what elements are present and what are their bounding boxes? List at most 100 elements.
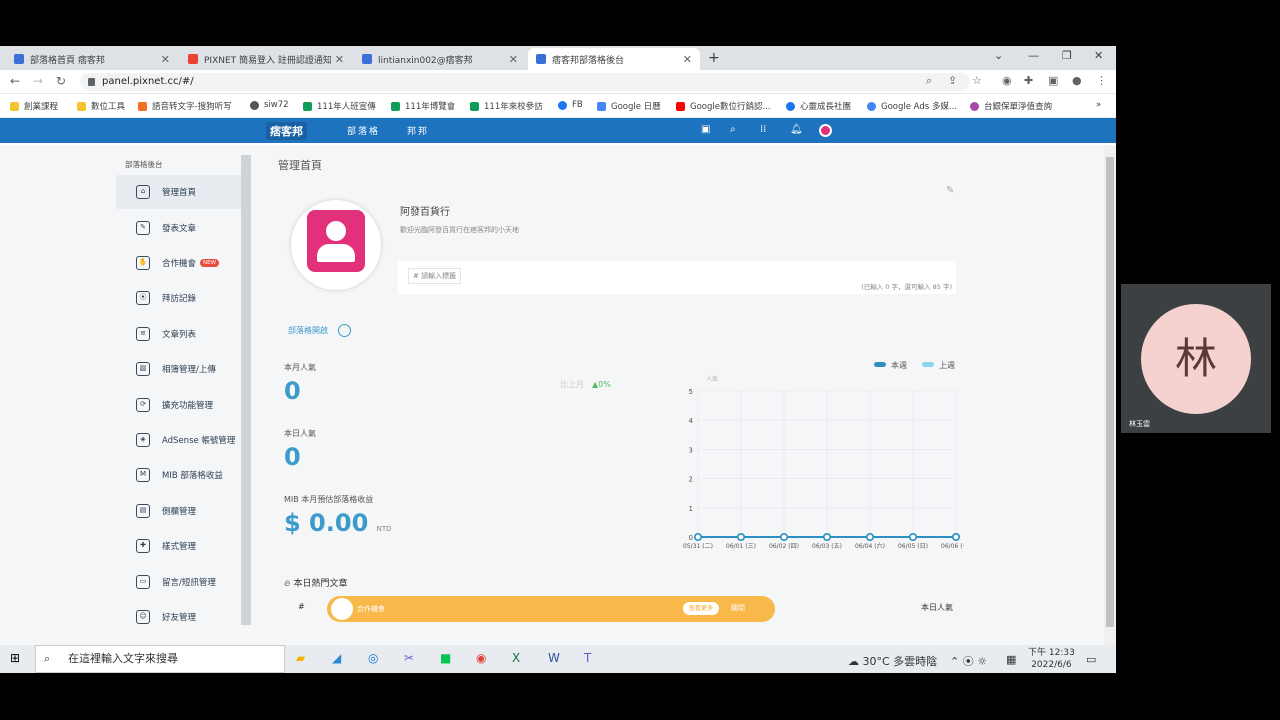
bookmark[interactable]: 111年人班宣傳 bbox=[303, 100, 376, 112]
chrome-icon[interactable]: ◉ bbox=[476, 651, 486, 665]
close-window-icon[interactable]: ✕ bbox=[1094, 49, 1103, 62]
share-icon[interactable]: ⇪ bbox=[948, 74, 957, 87]
close-icon[interactable]: ✕ bbox=[335, 53, 344, 66]
bookmark[interactable]: 創業課程 bbox=[10, 100, 58, 112]
close-icon[interactable]: ✕ bbox=[509, 53, 518, 66]
banner-button[interactable]: 查看更多 bbox=[683, 602, 719, 615]
browser-tab[interactable]: PIXNET 簡易登入 註冊認證通知 ✕ bbox=[180, 48, 352, 70]
maximize-icon[interactable]: ❐ bbox=[1062, 49, 1072, 62]
page-scrollbar[interactable] bbox=[1104, 145, 1116, 645]
new-tab-icon[interactable]: + bbox=[708, 50, 720, 66]
puzzle-icon: ⟳ bbox=[136, 398, 150, 412]
browser-tab[interactable]: 部落格首頁 痞客邦 ✕ bbox=[6, 48, 178, 70]
bookmark[interactable]: Google Ads 多媒... bbox=[867, 100, 957, 112]
weather-widget[interactable]: ☁ 30°C 多雲時陰 bbox=[848, 653, 937, 669]
reload-icon[interactable]: ↻ bbox=[56, 74, 66, 88]
snip-icon[interactable]: ✂ bbox=[404, 651, 414, 665]
url-input[interactable]: panel.pixnet.cc/#/ bbox=[80, 73, 970, 91]
sheets-icon bbox=[391, 101, 400, 111]
apps-icon[interactable]: ⁞⁞ bbox=[760, 124, 766, 135]
app-icon[interactable]: ◢ bbox=[332, 651, 341, 665]
sidebar-item-messages[interactable]: ▭ 留言/短訊管理 bbox=[116, 565, 241, 599]
clock[interactable]: 下午 12:33 2022/6/6 bbox=[1028, 647, 1075, 671]
data-point bbox=[780, 533, 789, 542]
sidebar-item-visits[interactable]: ⦿ 拜訪記錄 bbox=[116, 281, 241, 315]
user-avatar[interactable] bbox=[819, 124, 832, 137]
file-explorer-icon[interactable]: ▰ bbox=[296, 651, 305, 665]
notification-icon[interactable]: ▭ bbox=[1086, 653, 1096, 666]
bookmark[interactable]: 111年來校參訪 bbox=[470, 100, 543, 112]
edge-icon[interactable]: ◎ bbox=[368, 651, 378, 665]
globe-icon bbox=[250, 100, 259, 110]
bookmark[interactable]: 數位工具 bbox=[77, 100, 125, 112]
bookmark[interactable]: Google數位行銷認... bbox=[676, 100, 771, 112]
cooperation-banner[interactable]: 合作機會 查看更多 關閉 bbox=[327, 596, 775, 622]
extension-icon[interactable]: ◉ bbox=[1002, 74, 1012, 87]
bookmark-icon[interactable]: ▣ bbox=[701, 124, 710, 135]
browser-tab-active[interactable]: 痞客邦部落格後台 ✕ bbox=[528, 48, 700, 70]
sidebar-item-album[interactable]: ▨ 相簿管理/上傳 bbox=[116, 352, 241, 386]
sidebar-item-dashboard[interactable]: ⌂ 管理首頁 bbox=[116, 175, 241, 209]
refresh-icon[interactable] bbox=[338, 324, 351, 337]
excel-icon[interactable]: X bbox=[512, 651, 520, 665]
puzzle-icon[interactable]: ✚ bbox=[1024, 74, 1033, 87]
bell-icon[interactable]: 🔔︎ bbox=[790, 124, 803, 135]
bookmark[interactable]: 台銀保單淨值查詢 bbox=[970, 100, 1052, 112]
teams-icon[interactable]: T bbox=[584, 651, 591, 665]
back-icon[interactable]: ← bbox=[10, 74, 20, 88]
sidebar: 部落格後台 ⌂ 管理首頁 ✎ 發表文章 ✋ 合作機會 NEW ⦿ 拜訪記錄 ≡ 文章列表 ▨… bbox=[116, 145, 241, 646]
word-icon[interactable]: W bbox=[548, 651, 560, 665]
sidebar-item-cooperation[interactable]: ✋ 合作機會 NEW bbox=[116, 246, 241, 280]
tag-placeholder: # 請輸入標籤 bbox=[408, 268, 462, 284]
pencil-icon[interactable]: ✎ bbox=[946, 185, 954, 196]
sidebar-item-style[interactable]: ✚ 樣式管理 bbox=[116, 529, 241, 563]
sidebar-item-friends[interactable]: ☺ 好友管理 bbox=[116, 600, 241, 634]
star-icon[interactable]: ☆ bbox=[972, 74, 982, 87]
sidebar-item-extensions[interactable]: ⟳ 擴充功能管理 bbox=[116, 388, 241, 422]
zoom-icon[interactable]: ⌕ bbox=[926, 74, 932, 88]
more-bookmarks-icon[interactable]: » bbox=[1096, 100, 1101, 110]
friends-icon: ☺ bbox=[136, 610, 150, 624]
sidepanel-icon[interactable]: ▣ bbox=[1048, 74, 1058, 87]
sidebar-scrollbar[interactable] bbox=[241, 155, 251, 625]
search-icon[interactable]: ⌕ bbox=[730, 124, 736, 135]
sidebar-item-posts[interactable]: ≡ 文章列表 bbox=[116, 317, 241, 351]
line-icon[interactable]: ■ bbox=[440, 651, 451, 665]
url-text: panel.pixnet.cc/#/ bbox=[102, 76, 194, 87]
sidebar-item-new-post[interactable]: ✎ 發表文章 bbox=[116, 211, 241, 245]
nav-bangbang[interactable]: 邦邦 bbox=[407, 124, 429, 137]
bookmark[interactable]: FB bbox=[558, 100, 583, 110]
browser-tab[interactable]: lintianxin002@痞客邦 ✕ bbox=[354, 48, 526, 70]
bookmark[interactable]: 111年博覽會 bbox=[391, 100, 455, 112]
google-icon bbox=[867, 101, 876, 111]
menu-icon[interactable]: ⋮ bbox=[1096, 74, 1107, 87]
close-icon[interactable]: ✕ bbox=[161, 53, 170, 66]
profile-icon[interactable]: ● bbox=[1072, 74, 1082, 87]
minimize-icon[interactable]: — bbox=[1028, 49, 1039, 62]
blog-status[interactable]: 部落格開啟 bbox=[288, 324, 351, 337]
tray-icons[interactable]: ⌃ ⦿ ☼ bbox=[950, 653, 987, 669]
y-tick-label: 4 bbox=[689, 417, 694, 425]
nav-blog[interactable]: 部落格 bbox=[347, 124, 380, 137]
bookmark[interactable]: 語音转文字-搜狗听写 bbox=[138, 100, 232, 112]
bookmark[interactable]: siw72 bbox=[250, 100, 289, 110]
tab-search-icon[interactable]: ⌄ bbox=[994, 49, 1003, 62]
taskbar-search[interactable]: ⌕ 在這裡輸入文字來搜尋 bbox=[35, 645, 285, 673]
pixnet-logo[interactable]: 痞客邦 bbox=[266, 122, 307, 140]
close-icon[interactable]: ✕ bbox=[683, 53, 692, 66]
ime-icon[interactable]: ▦ bbox=[1006, 653, 1016, 666]
sidebar-item-adsense[interactable]: ◈ AdSense 帳號管理 bbox=[116, 423, 241, 457]
blog-description[interactable]: 歡迎光臨阿發百貨行在痞客邦的小天地 bbox=[400, 225, 519, 235]
windows-start-icon[interactable]: ⊞ bbox=[10, 651, 20, 665]
blog-avatar[interactable] bbox=[291, 200, 381, 290]
forward-icon[interactable]: → bbox=[33, 74, 43, 88]
banner-close[interactable]: 關閉 bbox=[731, 603, 745, 613]
data-point bbox=[909, 533, 918, 542]
tag-input[interactable]: # 請輸入標籤 (已輸入 0 字，還可輸入 85 字) bbox=[398, 261, 956, 294]
bookmark[interactable]: 心靈成長社團 bbox=[786, 100, 851, 112]
tab-title: PIXNET 簡易登入 註冊認證通知 bbox=[204, 55, 331, 66]
blog-name[interactable]: 阿發百貨行 bbox=[400, 203, 450, 218]
bookmark[interactable]: Google 日曆 bbox=[597, 100, 661, 112]
sidebar-item-layout[interactable]: ▤ 側欄管理 bbox=[116, 494, 241, 528]
sidebar-item-mib[interactable]: M MIB 部落格收益 bbox=[116, 458, 241, 492]
